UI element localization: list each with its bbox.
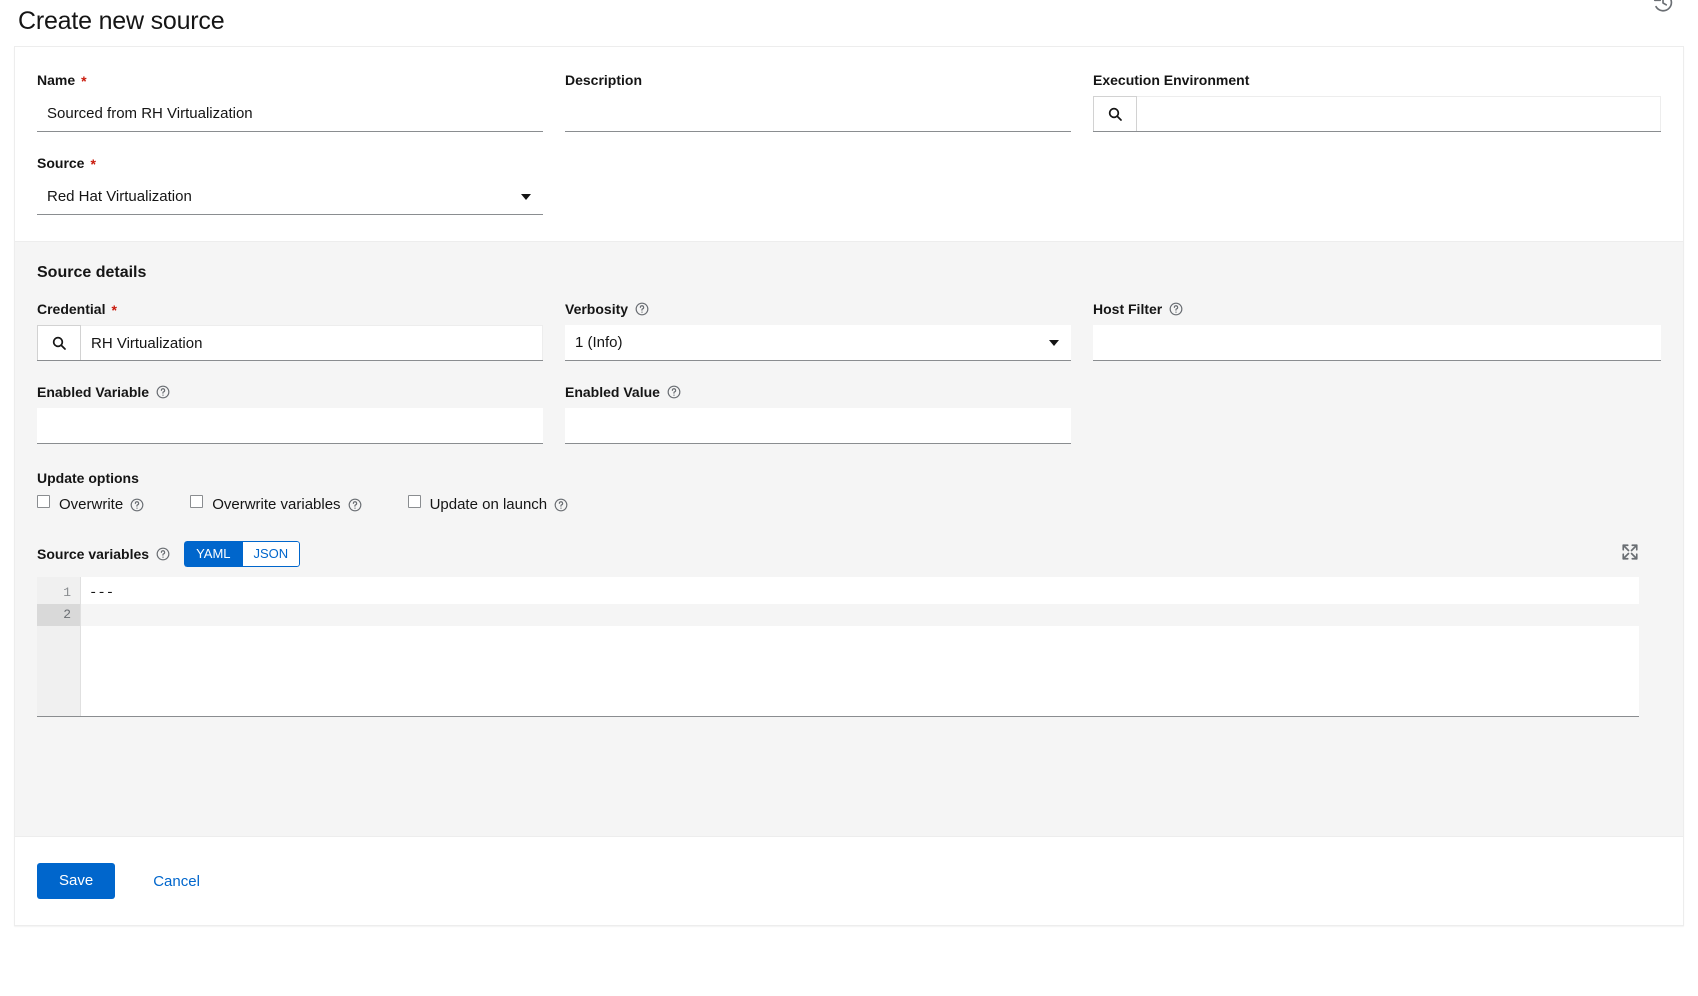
field-credential: Credential * [37, 300, 543, 361]
form-footer: Save Cancel [15, 837, 1683, 925]
overwrite-label: Overwrite [59, 496, 124, 513]
verbosity-label-text: Verbosity [565, 300, 629, 317]
field-execution-environment: Execution Environment [1093, 71, 1661, 132]
source-required-asterisk: * [90, 155, 96, 172]
credential-label: Credential * [37, 300, 543, 317]
save-button[interactable]: Save [37, 863, 116, 899]
enabled-variable-label: Enabled Variable [37, 383, 543, 400]
verbosity-label: Verbosity [565, 300, 1071, 317]
help-icon[interactable] [667, 385, 681, 399]
field-verbosity: Verbosity 1 (Info) [565, 300, 1071, 361]
credential-input[interactable] [81, 325, 543, 360]
name-label-text: Name [37, 71, 76, 88]
field-host-filter: Host Filter [1093, 300, 1661, 361]
source-select[interactable]: Red Hat Virtualization [37, 179, 543, 215]
update-on-launch-label: Update on launch [429, 496, 548, 513]
help-icon[interactable] [130, 498, 144, 512]
create-source-card: Name * Description Execution Environment [14, 46, 1684, 926]
description-label: Description [565, 71, 1071, 88]
checkbox-item-overwrite: Overwrite [37, 495, 144, 513]
field-enabled-value: Enabled Value [565, 383, 1071, 444]
history-icon[interactable] [1646, 0, 1680, 20]
gutter-line-number: 1 [63, 585, 71, 600]
field-enabled-variable: Enabled Variable [37, 383, 543, 444]
editor-code-area[interactable]: --- [81, 577, 1639, 716]
checkbox-item-overwrite-variables: Overwrite variables [190, 495, 362, 513]
verbosity-select[interactable]: 1 (Info) [565, 325, 1071, 361]
source-label: Source * [37, 154, 543, 171]
enabled-value-label: Enabled Value [565, 383, 1071, 400]
checkbox-item-update-on-launch: Update on launch [407, 495, 569, 513]
overwrite-variables-checkbox[interactable] [190, 495, 204, 508]
source-details-section: Source details Credential * RH Virtualiz… [15, 241, 1683, 837]
name-required-asterisk: * [81, 72, 87, 89]
source-label-text: Source [37, 154, 85, 171]
field-description: Description [565, 71, 1071, 132]
search-icon[interactable] [1093, 96, 1137, 131]
enabled-value-label-text: Enabled Value [565, 383, 660, 400]
enabled-variable-input[interactable] [37, 408, 543, 444]
execution-environment-label-text: Execution Environment [1093, 71, 1250, 88]
primary-fields-row-1: Name * Description Execution Environment [37, 71, 1661, 132]
enabled-variable-label-text: Enabled Variable [37, 383, 150, 400]
credential-required-asterisk: * [111, 301, 117, 318]
source-variables-label: Source variables [37, 546, 150, 562]
execution-environment-label: Execution Environment [1093, 71, 1661, 88]
variables-format-toggle: YAML JSON [184, 541, 301, 567]
update-options-heading: Update options [37, 470, 139, 486]
chevron-down-icon [521, 193, 531, 200]
action-buttons: Save Cancel [37, 863, 1661, 899]
update-on-launch-checkbox[interactable] [407, 495, 421, 508]
source-details-heading: Source details [37, 264, 147, 281]
search-icon[interactable] [37, 325, 81, 360]
enabled-value-input[interactable] [565, 408, 1071, 444]
host-filter-label: Host Filter [1093, 300, 1661, 317]
help-icon[interactable] [635, 302, 649, 316]
source-select-value: Red Hat Virtualization [47, 188, 192, 205]
host-filter-label-text: Host Filter [1093, 300, 1163, 317]
execution-environment-lookup [1093, 96, 1661, 132]
chevron-down-icon [1049, 339, 1059, 346]
page-title: Create new source [18, 6, 225, 35]
overwrite-checkbox[interactable] [37, 495, 50, 508]
primary-fields-section: Name * Description Execution Environment [15, 47, 1683, 241]
help-icon[interactable] [348, 498, 362, 512]
primary-fields-row-2: Source * Red Hat Virtualization [37, 154, 1661, 215]
editor-gutter: 1 2 [37, 577, 81, 716]
field-source: Source * Red Hat Virtualization [37, 154, 543, 215]
format-toggle-json[interactable]: JSON [241, 541, 301, 567]
help-icon[interactable] [1169, 302, 1183, 316]
credential-lookup [37, 325, 543, 361]
details-row-1: Credential * Verbosity [37, 300, 1661, 361]
gutter-line-number: 2 [37, 604, 80, 626]
credential-label-text: Credential [37, 300, 106, 317]
page-header: Create new source [0, 0, 1698, 46]
verbosity-select-value: 1 (Info) [575, 334, 623, 351]
overwrite-variables-label: Overwrite variables [212, 496, 341, 513]
host-filter-input[interactable] [1093, 325, 1661, 361]
update-options-checkboxes: Overwrite Overwrite variables Update on … [37, 495, 1661, 513]
source-variables-header: Source variables YAML JSON [37, 541, 1661, 567]
expand-icon[interactable] [1621, 543, 1639, 561]
help-icon[interactable] [554, 498, 568, 512]
description-label-text: Description [565, 71, 643, 88]
source-variables-editor[interactable]: 1 2 --- [37, 577, 1639, 717]
name-input[interactable] [37, 96, 543, 132]
name-label: Name * [37, 71, 543, 88]
help-icon[interactable] [156, 385, 170, 399]
format-toggle-yaml[interactable]: YAML [184, 541, 242, 567]
code-line: --- [89, 585, 115, 601]
field-name: Name * [37, 71, 543, 132]
execution-environment-input[interactable] [1137, 96, 1661, 131]
help-icon[interactable] [156, 547, 170, 561]
description-input[interactable] [565, 96, 1071, 132]
code-line [81, 604, 1639, 626]
cancel-button[interactable]: Cancel [143, 865, 210, 898]
details-row-2: Enabled Variable Enabled Value [37, 383, 1661, 444]
